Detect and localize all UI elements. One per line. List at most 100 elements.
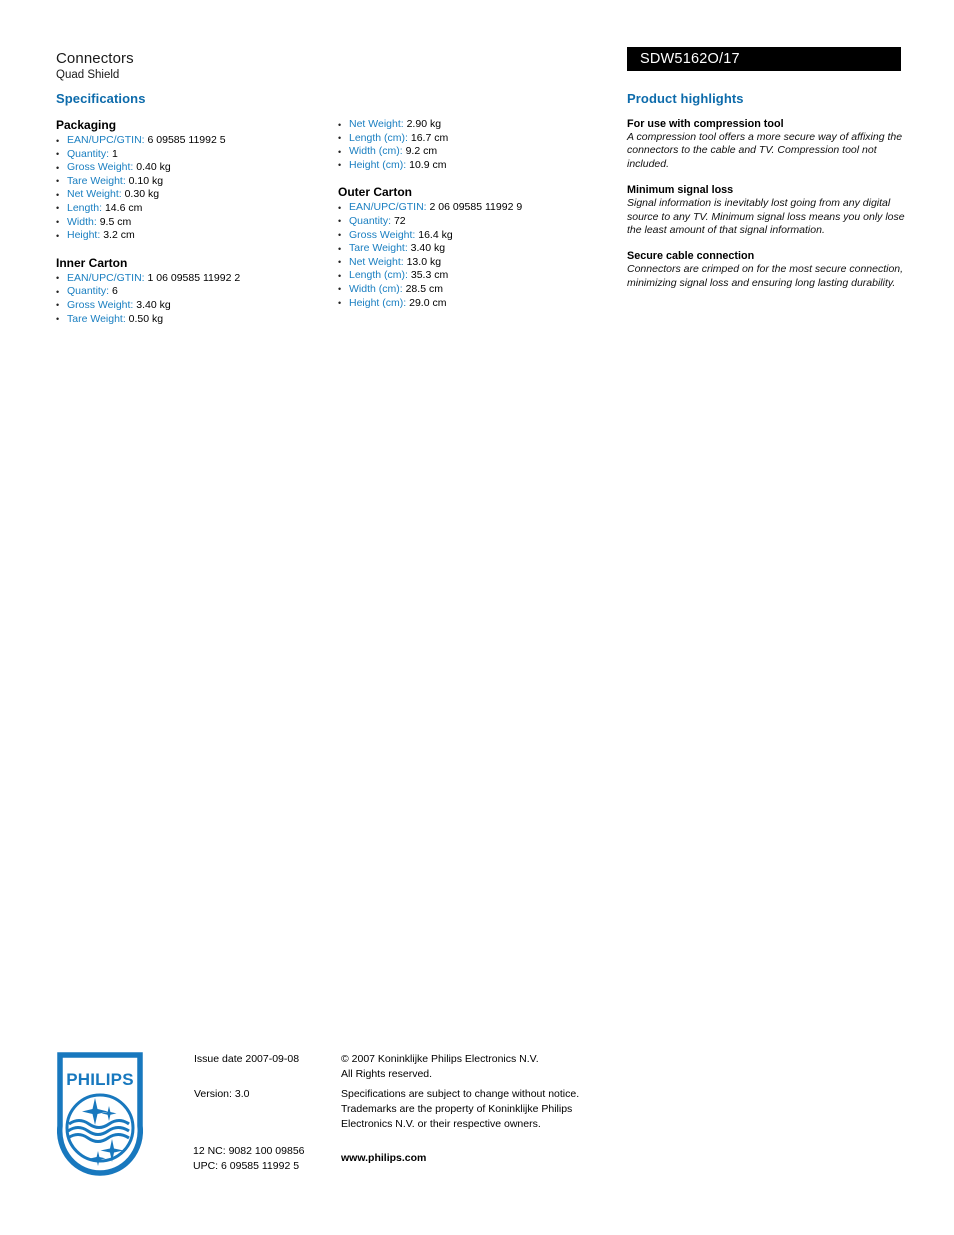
spec-item-label: Width (cm): — [349, 282, 403, 295]
spec-item: EAN/UPC/GTIN: 1 06 09585 11992 2 — [56, 271, 336, 286]
spec-item-value: 6 — [111, 285, 118, 298]
spec-item: EAN/UPC/GTIN: 6 09585 11992 5 — [56, 134, 336, 148]
spec-group-spacer — [56, 243, 336, 256]
product-highlight-title: Secure cable connection — [627, 250, 755, 263]
spec-item: Length: 14.6 cm — [56, 201, 336, 216]
spec-item: Height: 3.2 cm — [56, 229, 336, 243]
spec-item-label: Net Weight: — [349, 118, 404, 130]
footer-legal-notice: Specifications are subject to change wit… — [341, 1087, 579, 1132]
model-number-label: SDW5162O/17 — [640, 51, 740, 67]
footer-upc-text: UPC: 6 09585 11992 5 — [193, 1160, 300, 1172]
philips-logo: PHILIPS — [57, 1052, 143, 1176]
spec-item-label: Height (cm): — [349, 296, 407, 309]
product-highlight-body: Signal information is inevitably lost go… — [627, 197, 905, 237]
product-highlight: Secure cable connection Connectors are cr… — [627, 249, 907, 290]
spec-item-value: 2 06 09585 11992 9 — [429, 201, 523, 214]
spec-item: Quantity: 6 — [56, 285, 336, 299]
footer-legal-line-3: Electronics N.V. or their respective own… — [341, 1118, 541, 1130]
spec-item-value: 16.4 kg — [418, 228, 453, 241]
model-number-bar: SDW5162O/17 — [627, 47, 901, 71]
spec-item-label: Length: — [67, 201, 103, 214]
footer-issue-date: Issue date 2007-09-08 — [194, 1052, 299, 1067]
spec-item: Length (cm): 35.3 cm — [338, 269, 618, 283]
product-highlights-heading: Product highlights — [627, 91, 744, 106]
spec-item: Quantity: 72 — [338, 214, 618, 229]
spec-item-label: EAN/UPC/GTIN: — [67, 134, 145, 146]
footer-copyright-line-1: © 2007 Koninklijke Philips Electronics N… — [341, 1053, 539, 1065]
spec-item-value: 6 09585 11992 5 — [147, 134, 226, 146]
specifications-heading: Specifications — [56, 91, 146, 106]
spec-item-value: 35.3 cm — [410, 269, 449, 282]
spec-item-label: Height (cm): — [349, 158, 407, 171]
spec-item-label: Width: — [67, 215, 97, 228]
spec-item-value: 29.0 cm — [409, 296, 447, 309]
product-highlight-title: Minimum signal loss — [627, 184, 734, 197]
footer-copyright: © 2007 Koninklijke Philips Electronics N… — [341, 1052, 539, 1082]
spec-item-value: 28.5 cm — [405, 282, 443, 295]
spec-group-title: Packaging — [56, 118, 117, 132]
spec-item: Net Weight: 2.90 kg — [338, 118, 618, 132]
page-subtitle: Quad Shield — [56, 69, 120, 81]
spec-item: EAN/UPC/GTIN: 2 06 09585 11992 9 — [338, 201, 618, 215]
footer-product-codes: 12 NC: 9082 100 09856 UPC: 6 09585 11992… — [193, 1144, 305, 1174]
spec-item-label: Gross Weight: — [349, 228, 416, 241]
spec-item-value: 0.40 kg — [136, 161, 171, 174]
spec-item: Net Weight: 13.0 kg — [338, 255, 618, 270]
spec-item-label: Width (cm): — [349, 145, 403, 158]
spec-item: Net Weight: 0.30 kg — [56, 188, 336, 202]
spec-item: Gross Weight: 3.40 kg — [56, 298, 336, 313]
spec-item-label: Height: — [67, 229, 101, 242]
spec-item-label: Net Weight: — [349, 255, 404, 268]
spec-item: Height (cm): 29.0 cm — [338, 296, 618, 311]
spec-group-spacer — [338, 172, 618, 185]
spec-item: Width: 9.5 cm — [56, 215, 336, 230]
spec-item-value: 1 06 09585 11992 2 — [147, 271, 241, 284]
spec-item-value: 3.40 kg — [410, 242, 446, 255]
spec-item-value: 0.50 kg — [128, 312, 164, 325]
spec-item: Width (cm): 9.2 cm — [338, 145, 618, 159]
spec-list: Net Weight: 2.90 kgLength (cm): 16.7 cmW… — [338, 118, 618, 172]
product-highlights-column: For use with compression tool A compressi… — [627, 117, 907, 302]
spec-list: EAN/UPC/GTIN: 1 06 09585 11992 2Quantity… — [56, 271, 336, 327]
footer-legal-line-2: Trademarks are the property of Koninklij… — [341, 1103, 573, 1115]
spec-item: Gross Weight: 16.4 kg — [338, 228, 618, 243]
spec-item: Length (cm): 16.7 cm — [338, 131, 618, 146]
specifications-column-middle: Net Weight: 2.90 kgLength (cm): 16.7 cmW… — [338, 118, 618, 310]
page-footer: PHILIPS Issue date 2007-09-08 Version: 3… — [0, 1040, 954, 1190]
spec-list: EAN/UPC/GTIN: 2 06 09585 11992 9Quantity… — [338, 201, 618, 310]
spec-item-label: Gross Weight: — [67, 298, 134, 311]
spec-item-label: Quantity: — [349, 214, 392, 227]
spec-item: Tare Weight: 0.50 kg — [56, 312, 336, 327]
spec-item-label: EAN/UPC/GTIN: — [67, 271, 145, 284]
footer-issue-date-text: Issue date 2007-09-08 — [194, 1053, 300, 1065]
footer-copyright-line-2: All Rights reserved. — [341, 1068, 433, 1080]
spec-item-label: Quantity: — [67, 147, 110, 160]
spec-item-label: Length (cm): — [349, 269, 408, 282]
spec-item-label: Gross Weight: — [67, 161, 134, 174]
spec-item-label: Tare Weight: — [67, 174, 126, 187]
spec-item-value: 0.10 kg — [128, 174, 164, 187]
product-highlight-body: A compression tool offers a more secure … — [627, 131, 903, 170]
spec-group-title: Inner Carton — [56, 255, 128, 270]
spec-item-label: Net Weight: — [67, 188, 122, 201]
footer-website-link[interactable]: www.philips.com — [341, 1151, 426, 1166]
footer-12nc-text: 12 NC: 9082 100 09856 — [193, 1145, 305, 1157]
footer-legal-line-1: Specifications are subject to change wit… — [341, 1088, 580, 1100]
spec-item-value: 3.40 kg — [136, 298, 171, 311]
spec-item-label: Tare Weight: — [349, 242, 408, 255]
philips-shield-icon: PHILIPS — [57, 1052, 143, 1176]
product-highlight: Minimum signal loss Signal information is… — [627, 183, 907, 237]
product-highlight-title: For use with compression tool — [627, 118, 784, 130]
spec-item: Width (cm): 28.5 cm — [338, 282, 618, 297]
spec-item-value: 10.9 cm — [409, 158, 447, 171]
spec-item-label: EAN/UPC/GTIN: — [349, 201, 427, 214]
spec-item-value: 1 — [111, 147, 118, 160]
specifications-column-left: PackagingEAN/UPC/GTIN: 6 09585 11992 5Qu… — [56, 118, 336, 326]
product-highlight-body: Connectors are crimped on for the most s… — [627, 263, 904, 289]
svg-text:PHILIPS: PHILIPS — [66, 1070, 134, 1089]
spec-list: EAN/UPC/GTIN: 6 09585 11992 5Quantity: 1… — [56, 134, 336, 243]
product-highlight: For use with compression tool A compressi… — [627, 117, 907, 171]
spec-item-value: 14.6 cm — [104, 201, 143, 214]
spec-item: Height (cm): 10.9 cm — [338, 158, 618, 173]
spec-item: Tare Weight: 3.40 kg — [338, 242, 618, 256]
